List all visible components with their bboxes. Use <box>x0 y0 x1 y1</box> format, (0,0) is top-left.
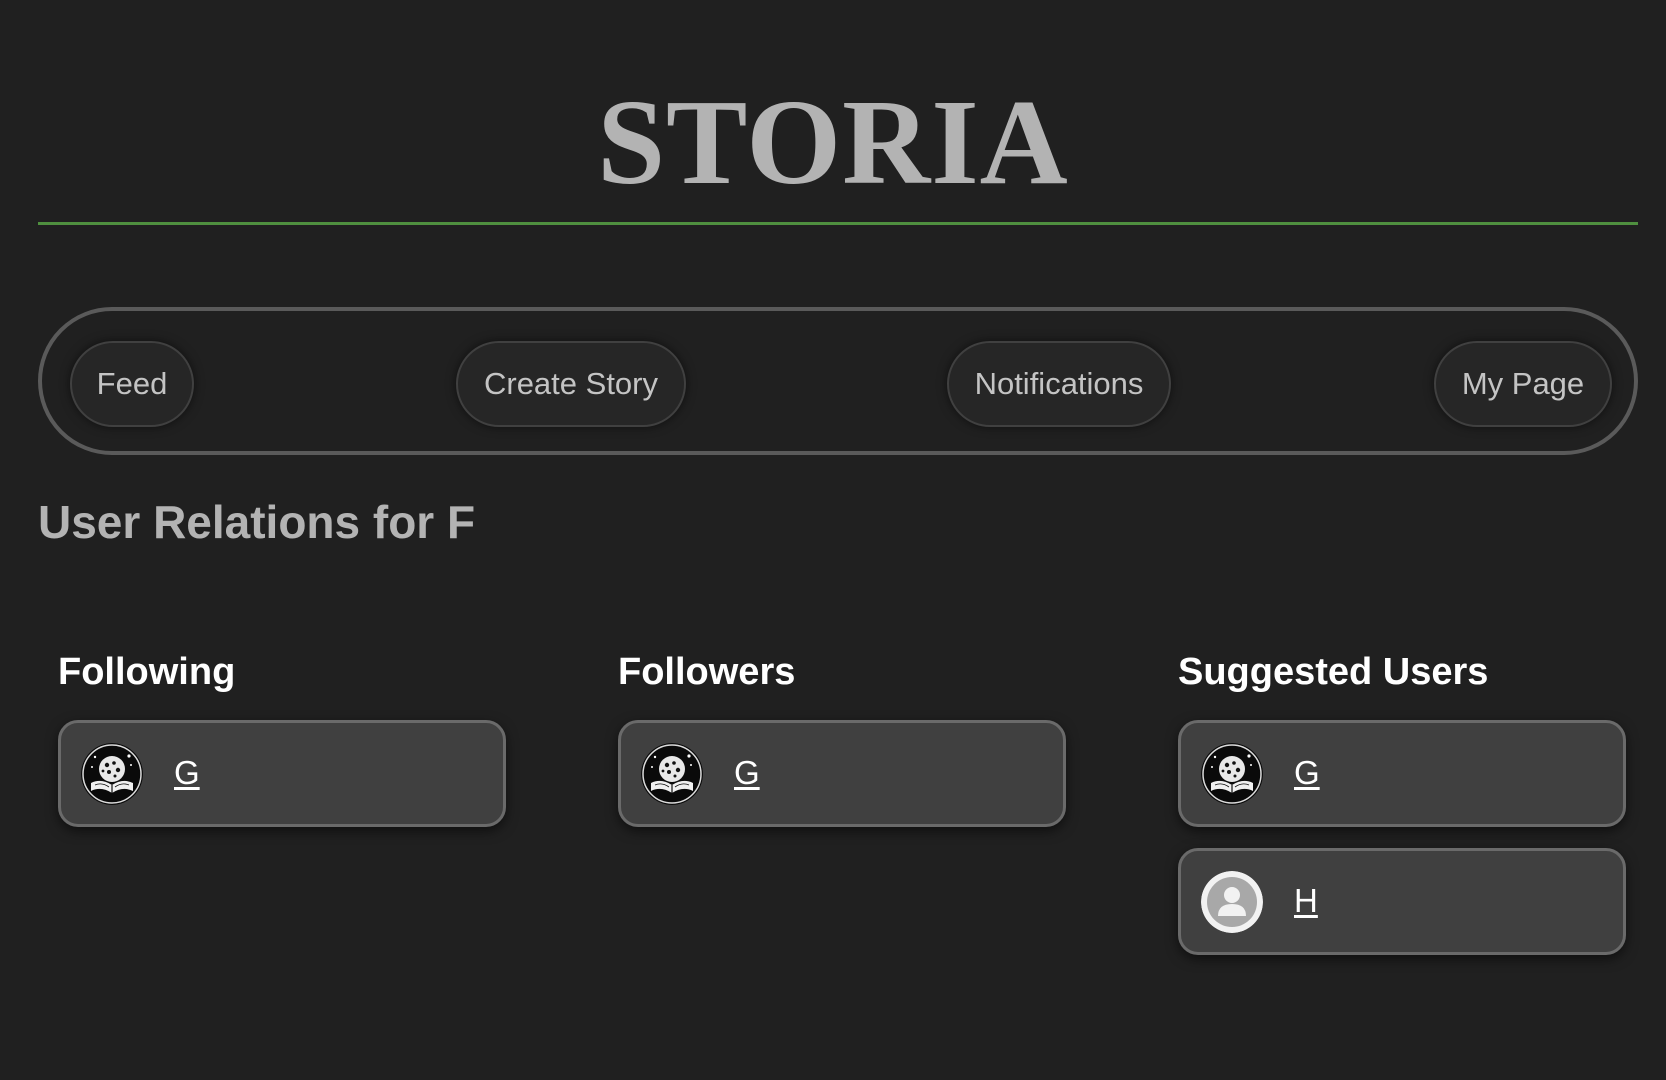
user-card: G <box>58 720 506 827</box>
user-card: H <box>1178 848 1626 955</box>
following-section: Following G <box>58 646 506 827</box>
book-galaxy-avatar-icon <box>81 743 143 805</box>
book-galaxy-avatar-icon <box>641 743 703 805</box>
site-title: STORIA <box>597 75 1069 210</box>
followers-section: Followers G <box>618 646 1066 827</box>
page-title: User Relations for F <box>38 496 476 548</box>
user-card: G <box>1178 720 1626 827</box>
main-navbar: Feed Create Story Notifications My Page <box>38 307 1638 455</box>
user-card: G <box>618 720 1066 827</box>
user-link[interactable]: H <box>1294 881 1318 921</box>
suggested-users-section: Suggested Users G H <box>1178 646 1626 955</box>
suggested-users-heading: Suggested Users <box>1178 651 1489 693</box>
nav-notifications-button[interactable]: Notifications <box>947 341 1171 427</box>
nav-feed-button[interactable]: Feed <box>70 341 194 427</box>
nav-create-story-button[interactable]: Create Story <box>456 341 686 427</box>
page: STORIA Feed Create Story Notifications M… <box>0 0 1666 1080</box>
following-heading: Following <box>58 651 236 693</box>
title-divider <box>38 222 1638 225</box>
user-link[interactable]: G <box>174 753 200 793</box>
user-link[interactable]: G <box>1294 753 1320 793</box>
user-link[interactable]: G <box>734 753 760 793</box>
followers-heading: Followers <box>618 651 796 693</box>
nav-my-page-button[interactable]: My Page <box>1434 341 1612 427</box>
default-user-avatar-icon <box>1201 871 1263 933</box>
book-galaxy-avatar-icon <box>1201 743 1263 805</box>
